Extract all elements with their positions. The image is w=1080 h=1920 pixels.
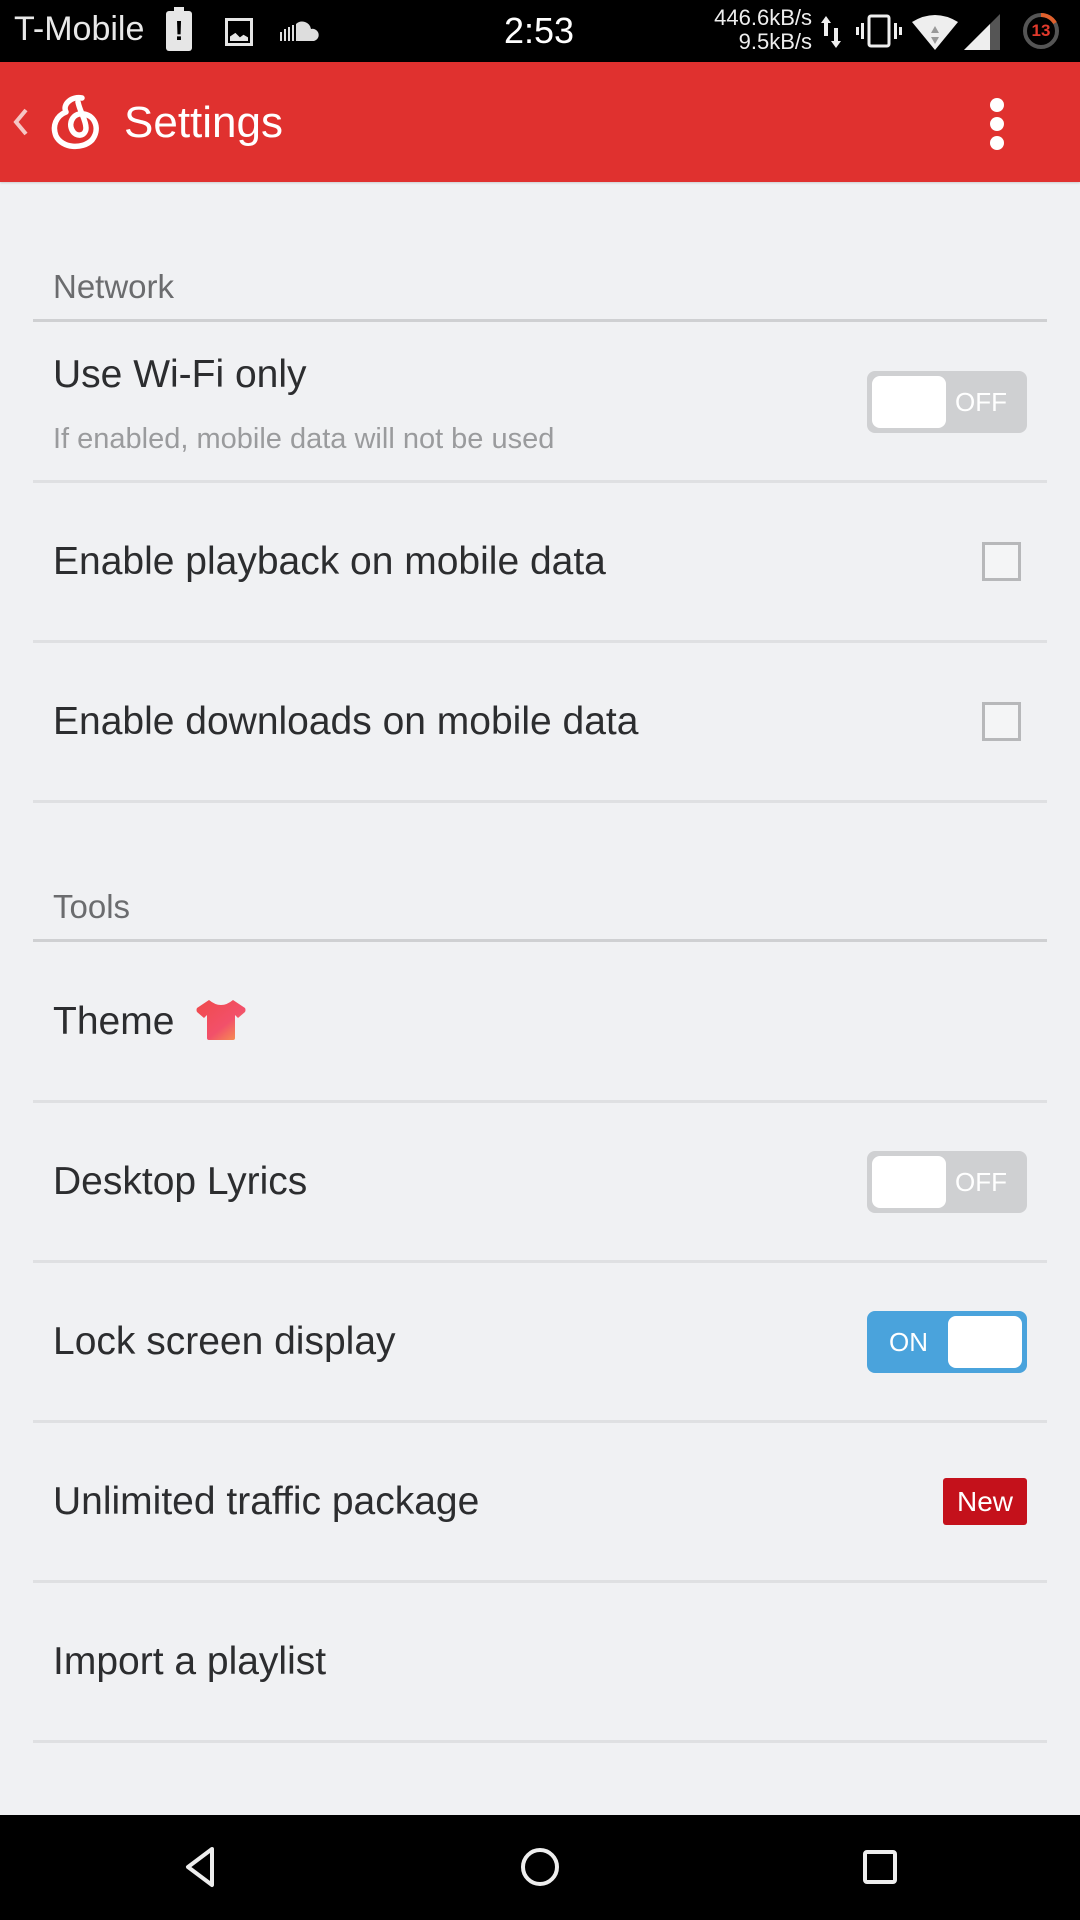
setting-subtitle: If enabled, mobile data will not be used (53, 423, 555, 455)
downloads-mobile-data-checkbox[interactable] (982, 701, 1021, 741)
lock-screen-display-toggle[interactable]: ON (867, 1310, 1027, 1373)
wifi-only-toggle[interactable]: OFF (867, 370, 1027, 433)
desktop-lyrics-toggle[interactable]: OFF (867, 1150, 1027, 1213)
setting-row-theme[interactable]: Theme (33, 943, 1047, 1103)
toggle-state: ON (889, 1326, 928, 1357)
notification-counter-icon: 13 (1022, 12, 1060, 50)
setting-row-downloads-mobile-data[interactable]: Enable downloads on mobile data (33, 643, 1047, 803)
nav-recents-icon[interactable] (850, 1837, 910, 1897)
system-nav-bar (0, 1815, 1080, 1920)
setting-label: Desktop Lyrics (53, 1159, 308, 1203)
setting-label: Lock screen display (53, 1319, 396, 1363)
toggle-knob (948, 1315, 1022, 1368)
toggle-state: OFF (955, 386, 1007, 417)
setting-label: Import a playlist (53, 1639, 327, 1683)
setting-row-desktop-lyrics[interactable]: Desktop Lyrics OFF (33, 1103, 1047, 1263)
toggle-knob (872, 1155, 946, 1208)
clock: 2:53 (504, 10, 575, 51)
more-vertical-icon[interactable] (990, 98, 1004, 150)
netease-music-logo-icon[interactable] (48, 94, 102, 152)
toggle-state: OFF (955, 1166, 1007, 1197)
setting-label-wrapper: Theme (53, 1000, 247, 1044)
nav-back-icon[interactable] (170, 1837, 230, 1897)
data-arrows-icon (821, 16, 841, 48)
setting-label: Enable playback on mobile data (53, 539, 606, 583)
playback-mobile-data-checkbox[interactable] (982, 541, 1021, 581)
setting-label: Unlimited traffic package (53, 1479, 480, 1523)
cell-signal-icon (964, 14, 1000, 50)
setting-row-playback-mobile-data[interactable]: Enable playback on mobile data (33, 483, 1047, 643)
setting-label: Use Wi-Fi only (53, 353, 307, 396)
setting-row-import-playlist[interactable]: Import a playlist (33, 1583, 1047, 1743)
setting-label: Theme (53, 999, 175, 1043)
section-header-tools: Tools (33, 882, 1047, 942)
setting-row-unlimited-traffic-package[interactable]: Unlimited traffic package New (33, 1423, 1047, 1583)
tshirt-icon (196, 1000, 246, 1041)
gallery-icon (225, 18, 253, 46)
setting-label: Enable downloads on mobile data (53, 699, 639, 743)
chevron-left-icon[interactable] (10, 100, 30, 144)
section-title: Network (53, 268, 175, 305)
section-title: Tools (53, 888, 131, 925)
new-badge: New (942, 1477, 1027, 1525)
toggle-knob (872, 375, 946, 428)
page-title: Settings (124, 98, 283, 147)
carrier-name: T-Mobile (14, 10, 145, 48)
setting-row-use-wifi-only[interactable]: Use Wi-Fi only If enabled, mobile data w… (33, 323, 1047, 483)
download-speed: 446.6kB/s (714, 5, 812, 30)
nav-home-icon[interactable] (510, 1837, 570, 1897)
soundcloud-icon (280, 21, 319, 41)
upload-speed: 9.5kB/s (738, 29, 812, 54)
status-bar: T-Mobile ! 2:53 446.6kB/s 9.5kB/s 13 (0, 0, 1080, 62)
network-speed: 446.6kB/s 9.5kB/s (714, 6, 812, 54)
battery-alert-icon: ! (166, 7, 192, 51)
app-bar: Settings (0, 62, 1080, 182)
wifi-icon (912, 15, 958, 50)
vibrate-icon (856, 14, 902, 48)
section-header-network: Network (33, 262, 1047, 322)
setting-row-lock-screen-display[interactable]: Lock screen display ON (33, 1263, 1047, 1423)
